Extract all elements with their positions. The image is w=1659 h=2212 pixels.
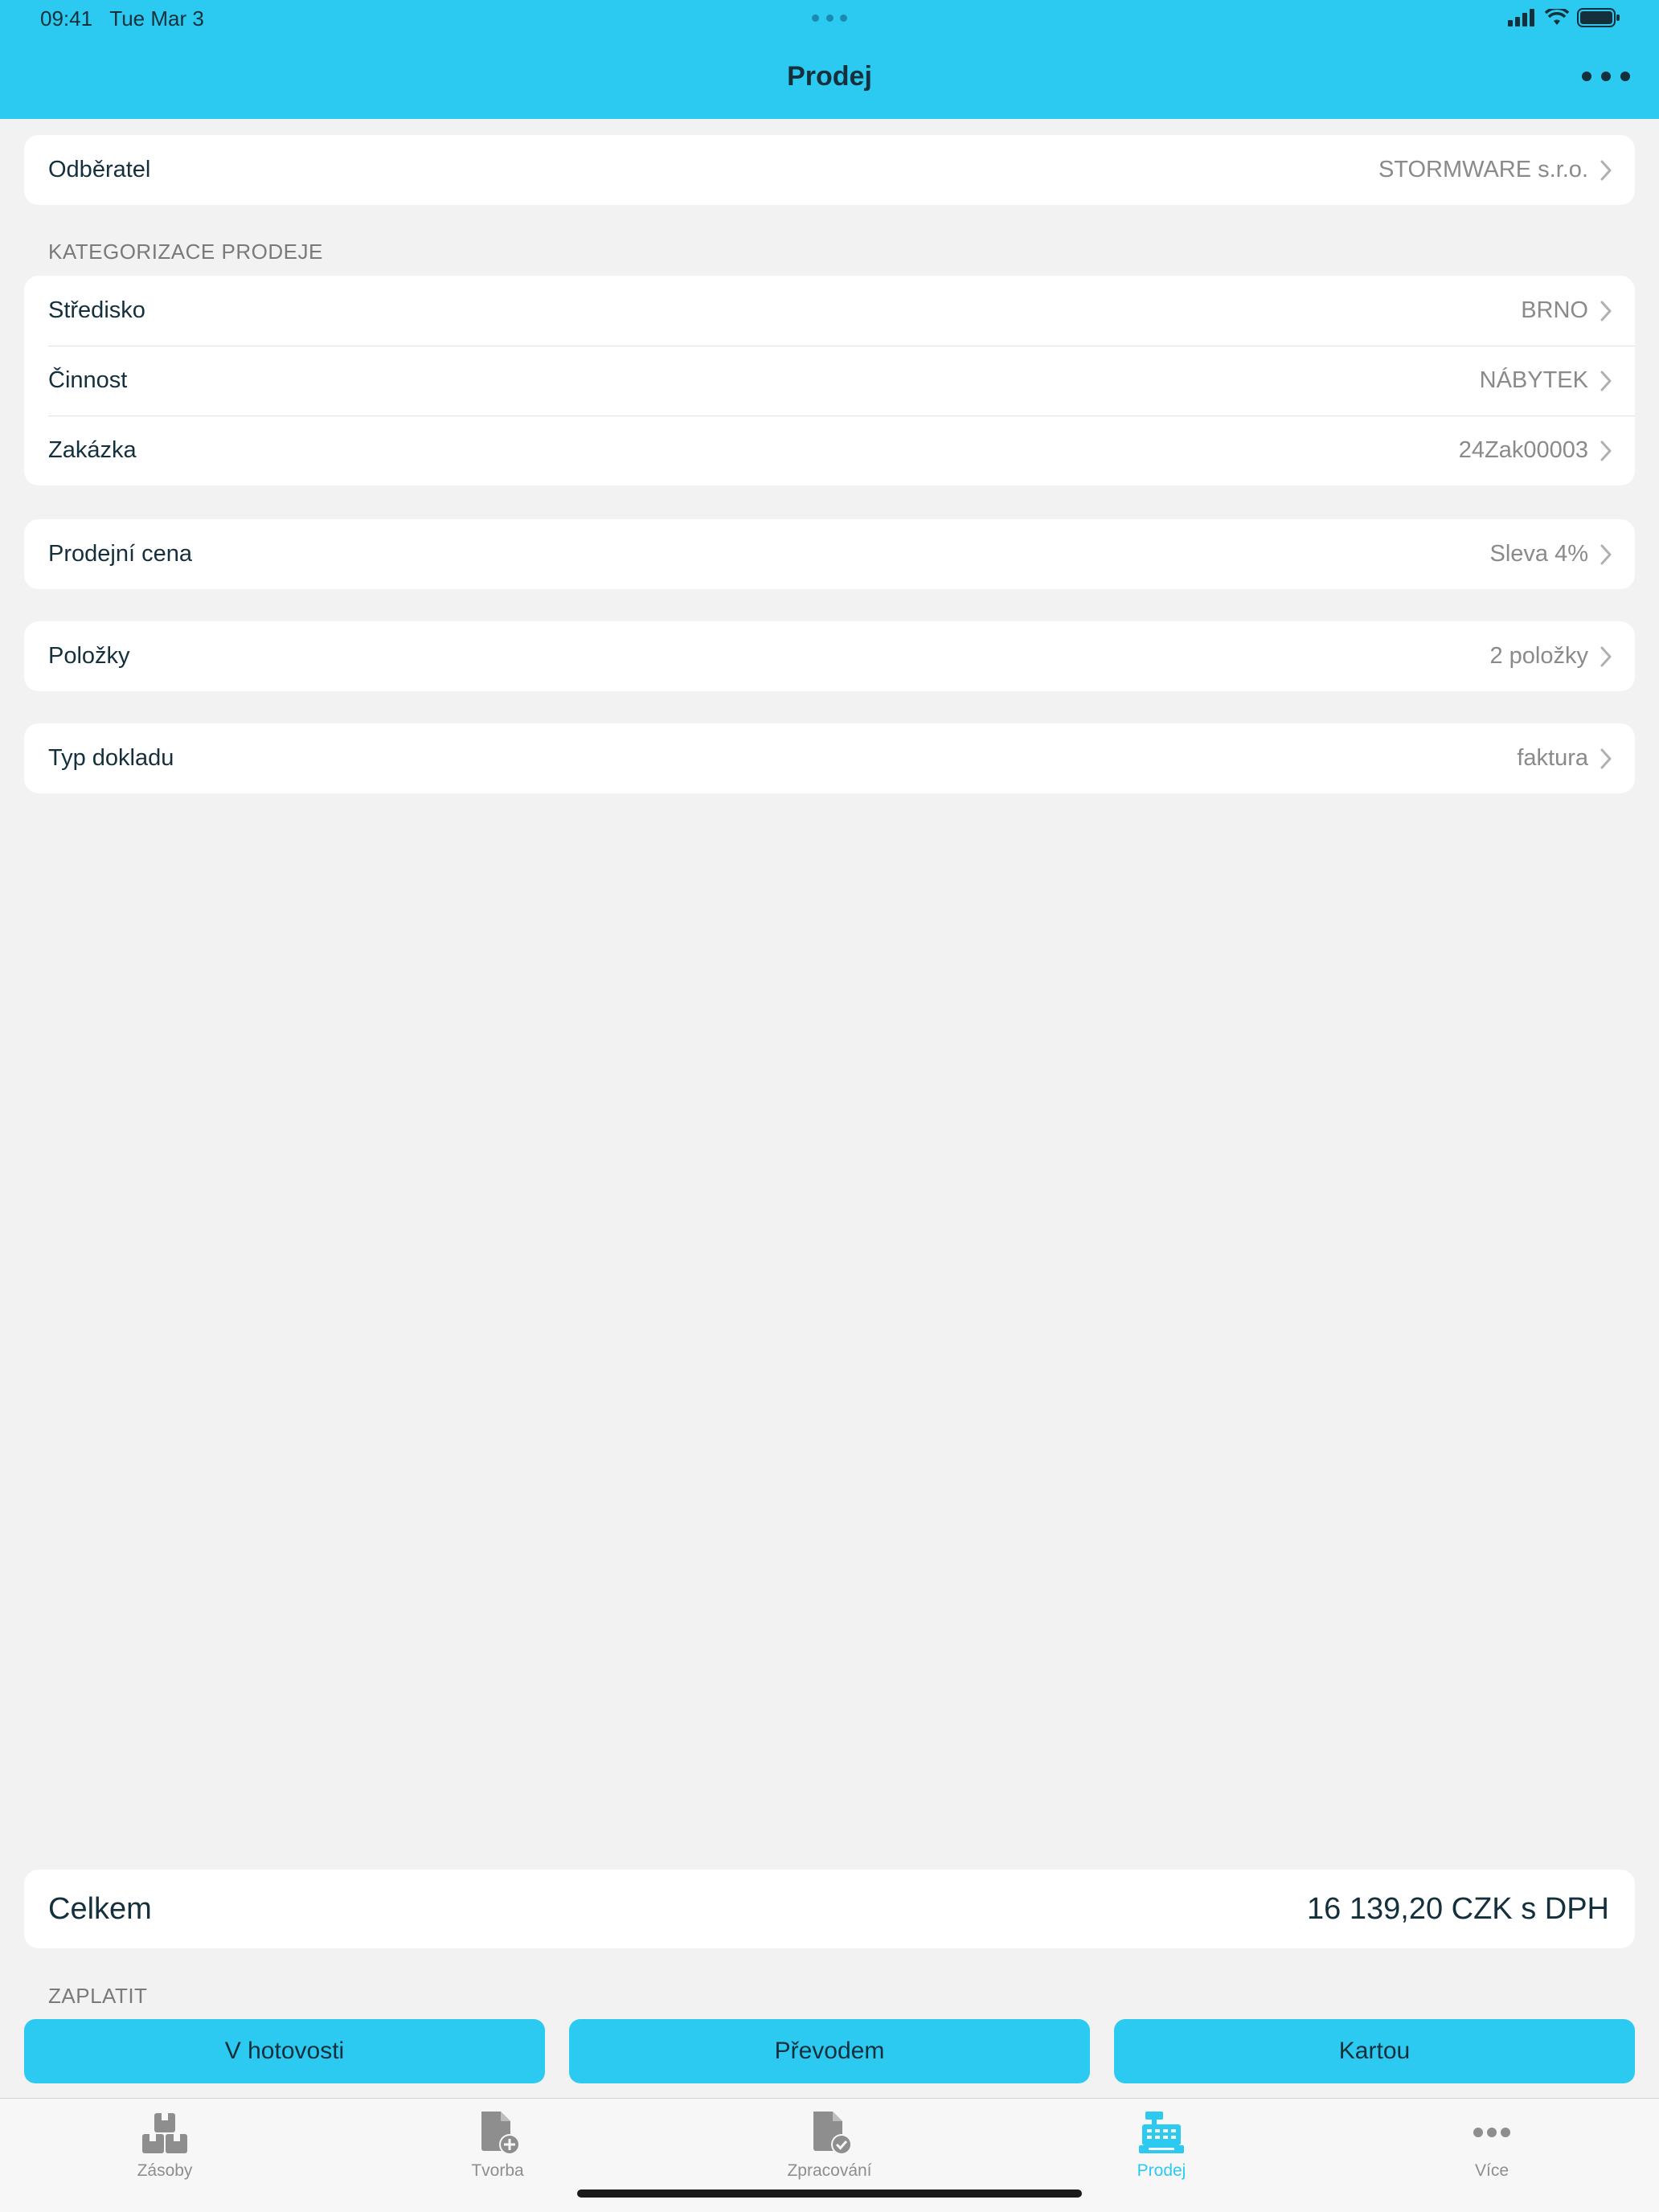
order-label: Zakázka bbox=[48, 437, 137, 463]
chevron-right-icon bbox=[1600, 440, 1612, 461]
chevron-right-icon bbox=[1600, 301, 1612, 321]
status-time: 09:41 Tue Mar 3 bbox=[40, 6, 204, 31]
tab-stock[interactable]: Zásoby bbox=[68, 2108, 261, 2189]
activity-label: Činnost bbox=[48, 367, 128, 393]
category-row-order[interactable]: Zakázka 24Zak00003 bbox=[24, 416, 1635, 485]
nav-bar: 09:41 Tue Mar 3 Prodej bbox=[0, 0, 1659, 119]
items-label: Položky bbox=[48, 643, 130, 669]
document-add-icon bbox=[481, 2112, 520, 2155]
pay-section-label: ZAPLATIT bbox=[48, 1984, 148, 2008]
customer-value: STORMWARE s.r.o. bbox=[1378, 157, 1588, 182]
tab-create[interactable]: Tvorba bbox=[401, 2108, 594, 2189]
multitasking-dots-icon[interactable] bbox=[812, 14, 847, 23]
status-indicators bbox=[1508, 8, 1620, 27]
customer-row[interactable]: Odběratel STORMWARE s.r.o. bbox=[24, 135, 1635, 205]
total-card: Celkem 16 139,20 CZK s DPH bbox=[24, 1870, 1635, 1948]
tab-sales[interactable]: Prodej bbox=[1065, 2108, 1258, 2189]
chevron-right-icon bbox=[1600, 544, 1612, 564]
categorization-section-label: KATEGORIZACE PRODEJE bbox=[48, 240, 323, 264]
items-value: 2 položky bbox=[1489, 643, 1588, 669]
status-clock: 09:41 bbox=[40, 6, 93, 31]
activity-value: NÁBYTEK bbox=[1479, 367, 1588, 393]
document-check-icon bbox=[813, 2112, 852, 2155]
signal-icon bbox=[1508, 9, 1534, 27]
page-title: Prodej bbox=[787, 61, 872, 92]
tab-label: Zásoby bbox=[137, 2161, 193, 2180]
price-card: Prodejní cena Sleva 4% bbox=[24, 519, 1635, 589]
center-value: BRNO bbox=[1521, 297, 1588, 323]
chevron-right-icon bbox=[1600, 748, 1612, 768]
more-icon bbox=[1473, 2128, 1510, 2137]
customer-label: Odběratel bbox=[48, 157, 151, 182]
status-date: Tue Mar 3 bbox=[109, 6, 204, 31]
pay-transfer-button[interactable]: Převodem bbox=[569, 2019, 1090, 2083]
center-label: Středisko bbox=[48, 297, 145, 323]
wifi-icon bbox=[1545, 9, 1569, 25]
battery-icon bbox=[1577, 8, 1620, 27]
doc-type-value: faktura bbox=[1517, 745, 1588, 771]
order-value: 24Zak00003 bbox=[1458, 437, 1588, 463]
chevron-right-icon bbox=[1600, 646, 1612, 666]
more-options-button[interactable] bbox=[1582, 64, 1630, 88]
total-label: Celkem bbox=[48, 1891, 152, 1926]
items-card: Položky 2 položky bbox=[24, 621, 1635, 691]
price-label: Prodejní cena bbox=[48, 541, 192, 567]
tab-label: Prodej bbox=[1137, 2161, 1186, 2180]
chevron-right-icon bbox=[1600, 160, 1612, 180]
price-value: Sleva 4% bbox=[1489, 541, 1588, 567]
price-row[interactable]: Prodejní cena Sleva 4% bbox=[24, 519, 1635, 589]
tab-label: Více bbox=[1474, 2161, 1509, 2180]
pay-cash-button[interactable]: V hotovosti bbox=[24, 2019, 545, 2083]
home-indicator[interactable] bbox=[577, 2189, 1082, 2198]
cash-register-icon bbox=[1139, 2112, 1184, 2153]
items-row[interactable]: Položky 2 položky bbox=[24, 621, 1635, 691]
doc-type-label: Typ dokladu bbox=[48, 745, 174, 771]
doc-type-card: Typ dokladu faktura bbox=[24, 723, 1635, 793]
customer-card: Odběratel STORMWARE s.r.o. bbox=[24, 135, 1635, 205]
tab-more[interactable]: Více bbox=[1395, 2108, 1588, 2189]
total-value: 16 139,20 CZK s DPH bbox=[1307, 1891, 1609, 1926]
category-row-activity[interactable]: Činnost NÁBYTEK bbox=[24, 346, 1635, 416]
tab-label: Zpracování bbox=[787, 2161, 872, 2180]
pay-card-button[interactable]: Kartou bbox=[1114, 2019, 1635, 2083]
doc-type-row[interactable]: Typ dokladu faktura bbox=[24, 723, 1635, 793]
categorization-card: Středisko BRNO Činnost NÁBYTEK Zakázka 2… bbox=[24, 276, 1635, 485]
chevron-right-icon bbox=[1600, 371, 1612, 391]
tab-processing[interactable]: Zpracování bbox=[733, 2108, 926, 2189]
boxes-icon bbox=[142, 2113, 187, 2153]
category-row-center[interactable]: Středisko BRNO bbox=[24, 276, 1635, 346]
tab-label: Tvorba bbox=[471, 2161, 524, 2180]
